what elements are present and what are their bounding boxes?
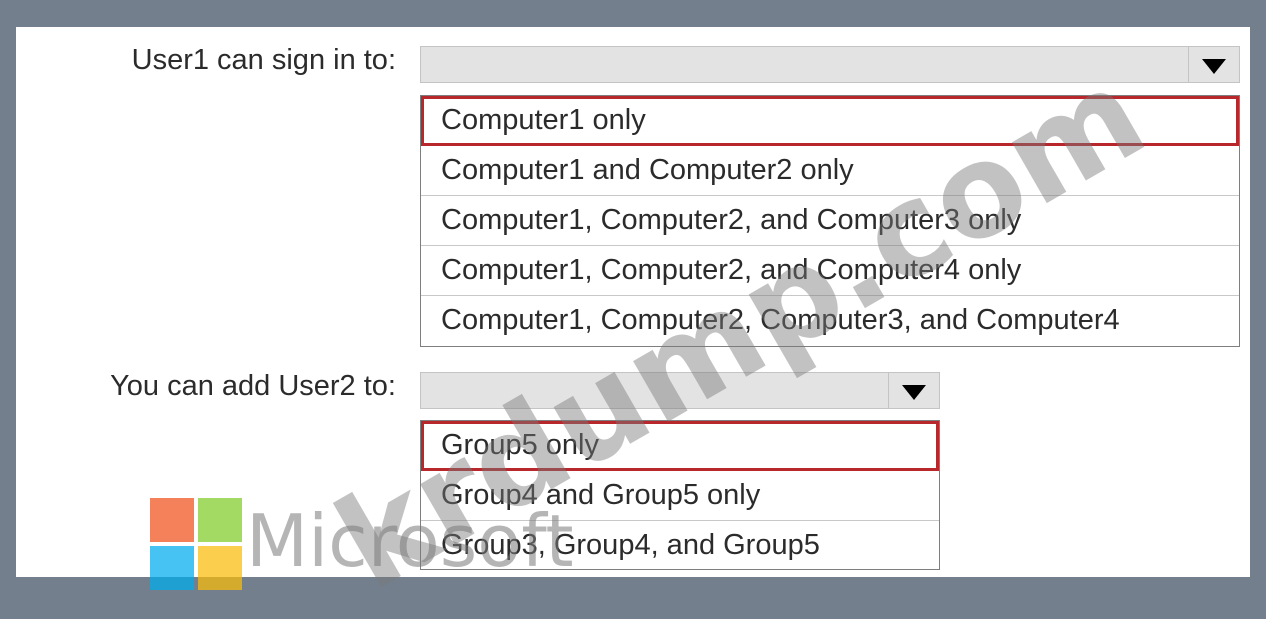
microsoft-logo-icon <box>150 498 242 590</box>
question2-option-group5-only[interactable]: Group5 only <box>421 421 939 471</box>
question1-option-computer1-only[interactable]: Computer1 only <box>421 96 1239 146</box>
question1-option-computer1-2-3[interactable]: Computer1, Computer2, and Computer3 only <box>421 196 1239 246</box>
question2-label: You can add User2 to: <box>110 370 396 402</box>
question1-option-all-computers[interactable]: Computer1, Computer2, Computer3, and Com… <box>421 296 1239 346</box>
question1-option-computer1-2-4[interactable]: Computer1, Computer2, and Computer4 only <box>421 246 1239 296</box>
question1-option-computer1-computer2[interactable]: Computer1 and Computer2 only <box>421 146 1239 196</box>
dropdown-arrow-icon[interactable] <box>888 373 939 408</box>
question1-options-list: Computer1 only Computer1 and Computer2 o… <box>420 95 1240 347</box>
question2-dropdown[interactable] <box>420 372 940 409</box>
question1-label: User1 can sign in to: <box>131 44 396 76</box>
question1-dropdown[interactable] <box>420 46 1240 83</box>
microsoft-wordmark: Microsoft <box>246 499 574 583</box>
dropdown-arrow-icon[interactable] <box>1188 47 1239 82</box>
